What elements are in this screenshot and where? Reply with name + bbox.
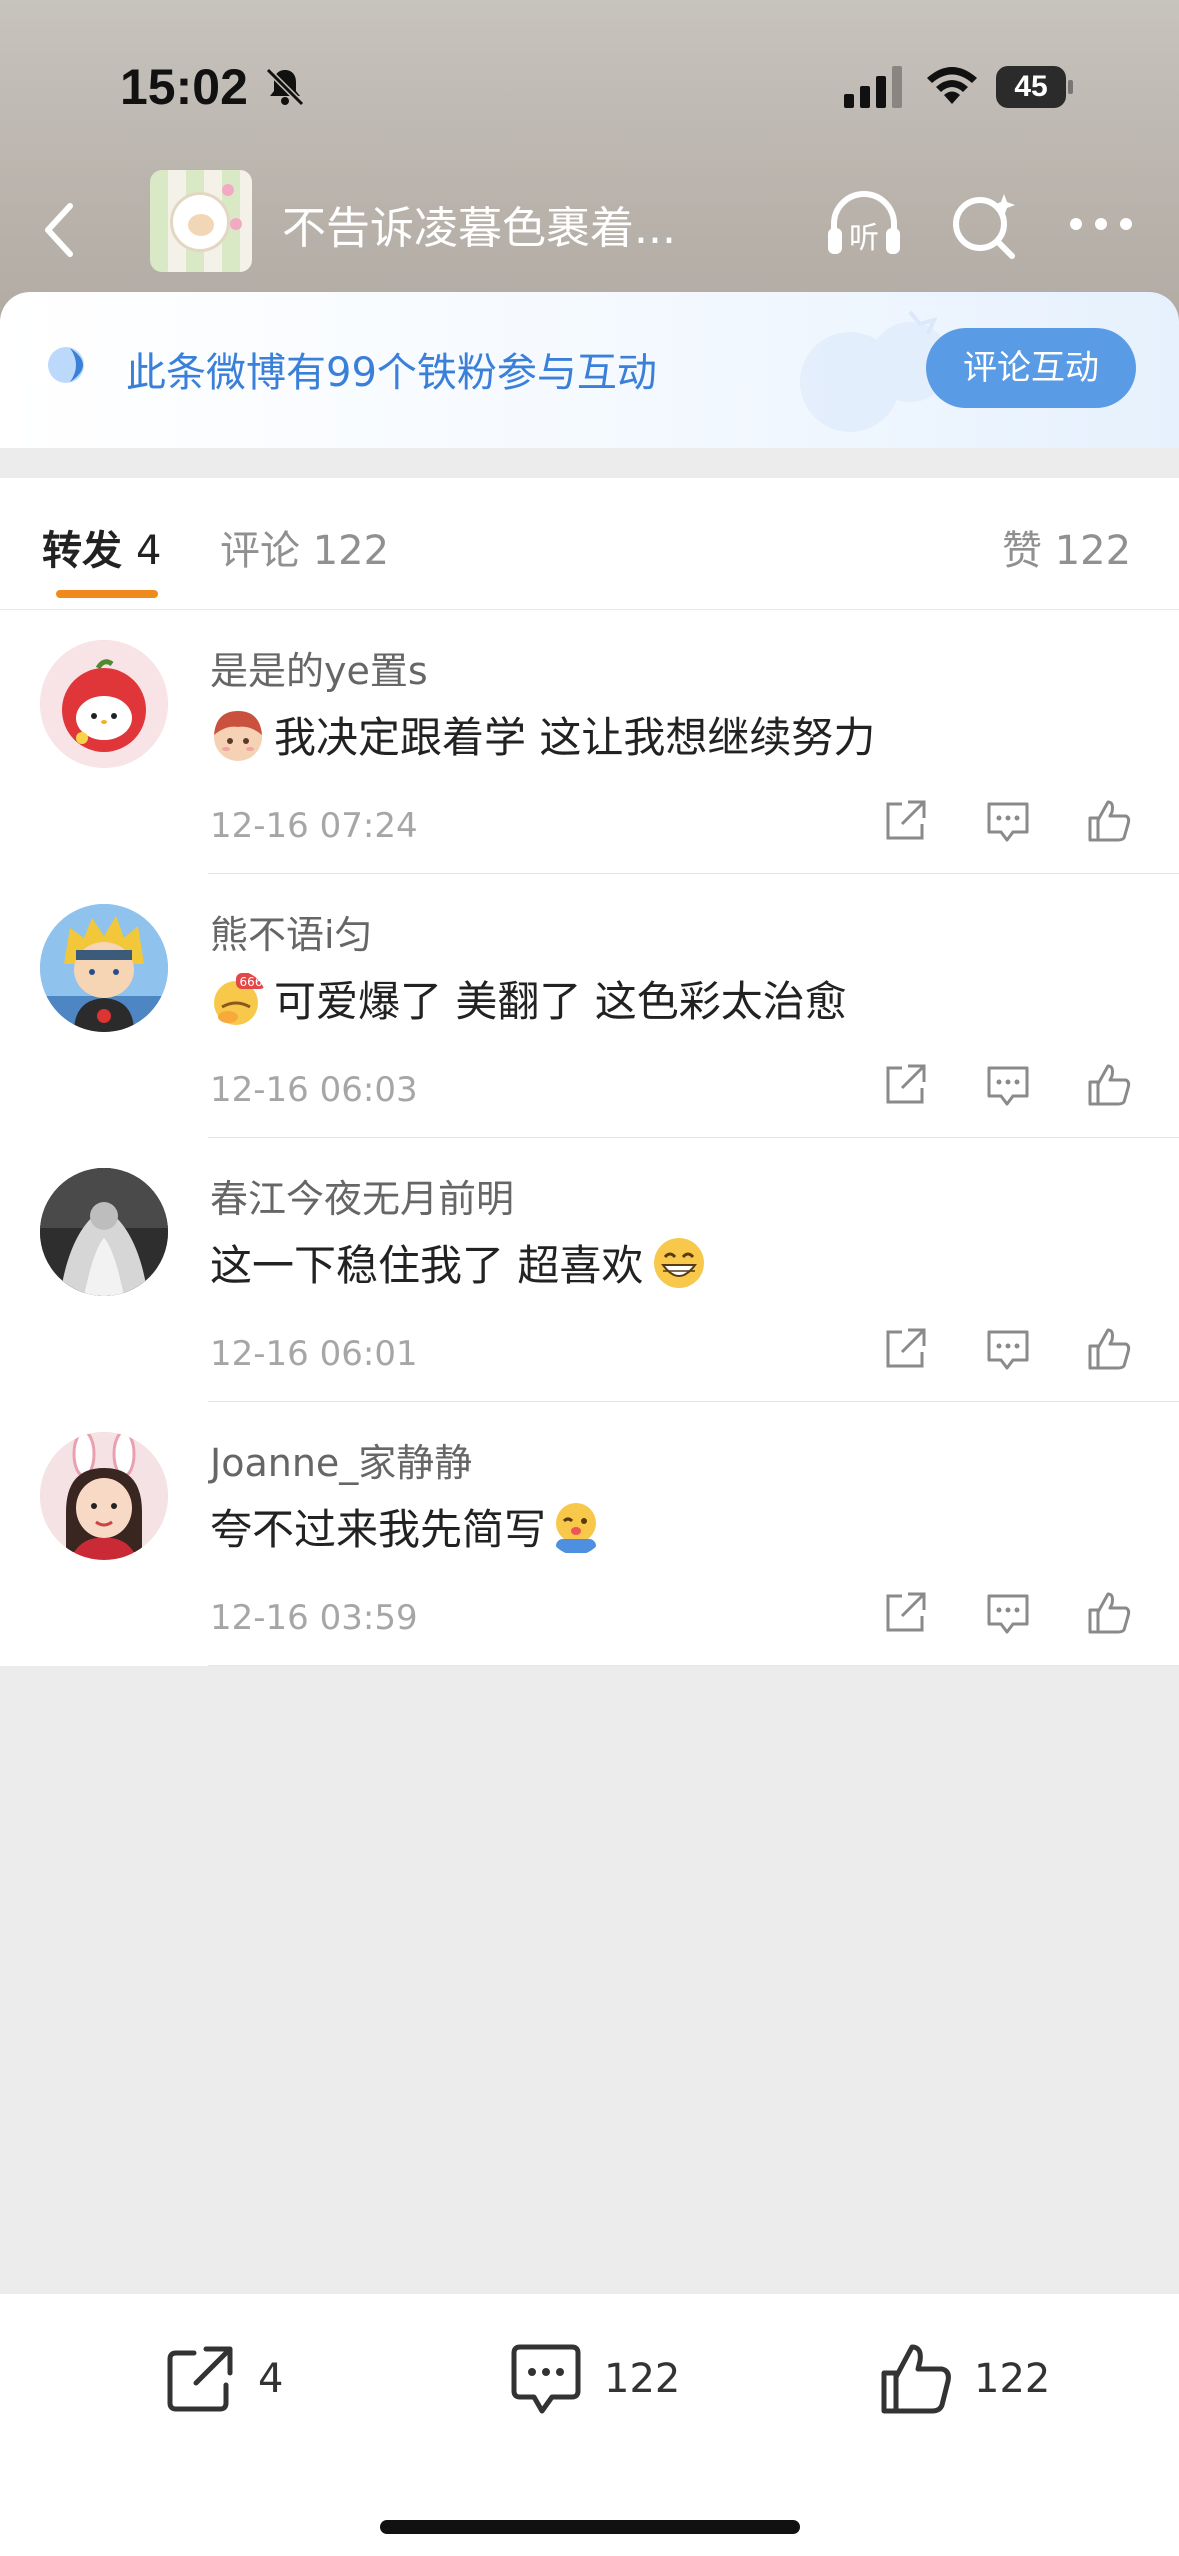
comment-author[interactable]: Joanne_家静静	[210, 1432, 472, 1487]
like-count: 122	[974, 2356, 1051, 2402]
comment-text-body: 可爱爆了 美翻了 这色彩太治愈	[274, 977, 847, 1026]
nav-bar: 不告诉凌暮色裹着... 听	[0, 170, 1179, 290]
svg-text:666: 666	[240, 975, 263, 989]
tab-repost-label: 转发	[42, 528, 122, 574]
avatar[interactable]	[40, 904, 168, 1032]
comment-text-body: 夸不过来我先简写	[210, 1505, 547, 1554]
list-item[interactable]: 春江今夜无月前明 这一下稳住我了 超喜欢 12-16 06:01	[0, 1138, 1179, 1402]
bottom-action-bar: 4 122 122	[0, 2294, 1179, 2556]
thumb-flower	[230, 218, 242, 230]
status-bar: 15:02 45	[0, 0, 1179, 170]
bride-photo-avatar-icon	[40, 1168, 168, 1296]
reply-icon[interactable]	[983, 1588, 1033, 1638]
bell-off-icon	[265, 67, 305, 107]
battery-icon: 45	[996, 66, 1074, 108]
like-button[interactable]: 122	[876, 2334, 1050, 2424]
comment-time: 12-16 07:24	[210, 806, 418, 846]
tab-comment-count: 122	[312, 528, 390, 574]
like-icon[interactable]	[1084, 796, 1134, 846]
list-item[interactable]: Joanne_家静静 夸不过来我先简写 12-16 03:59	[0, 1402, 1179, 1666]
avatar[interactable]	[40, 1432, 168, 1560]
comment-text: 666 可爱爆了 美翻了 这色彩太治愈	[210, 968, 847, 1029]
tab-bar: 转发 4 评论 122 赞 122	[0, 478, 1179, 610]
page: 15:02 45 不告诉凌暮色裹着... 听 此条微博有99个铁粉参与互动 评论…	[0, 0, 1179, 2556]
nav-title[interactable]: 不告诉凌暮色裹着...	[282, 192, 676, 256]
listen-icon[interactable]: 听	[822, 184, 906, 264]
666-emoji-icon: 666	[214, 972, 266, 1025]
like-icon[interactable]	[1084, 1324, 1134, 1374]
listen-label: 听	[849, 221, 879, 256]
comment-text: 我决定跟着学 这让我想继续努力	[210, 704, 875, 765]
comment-author[interactable]: 是是的ye置s	[210, 640, 428, 695]
share-icon[interactable]	[880, 1588, 930, 1638]
comment-interact-button[interactable]: 评论互动	[926, 328, 1136, 408]
tab-comment-label: 评论	[220, 528, 300, 574]
fans-icon	[48, 347, 84, 383]
tab-repost-count: 4	[135, 528, 162, 574]
tab-like-count: 122	[1054, 528, 1132, 574]
tab-like[interactable]: 赞 122	[1002, 518, 1131, 576]
home-indicator[interactable]	[380, 2520, 800, 2534]
comment-author[interactable]: 春江今夜无月前明	[210, 1168, 514, 1223]
tab-like-label: 赞	[1002, 528, 1042, 574]
like-icon[interactable]	[1084, 1588, 1134, 1638]
tab-comment[interactable]: 评论 122	[220, 518, 389, 576]
comment-button[interactable]: 122	[506, 2334, 680, 2424]
status-time: 15:02	[120, 59, 248, 115]
active-tab-indicator	[56, 590, 158, 598]
like-icon[interactable]	[1084, 1060, 1134, 1110]
section-gap	[0, 448, 1179, 478]
share-icon[interactable]	[880, 1324, 930, 1374]
comment-text-body: 我决定跟着学 这让我想继续努力	[274, 713, 876, 762]
reply-icon[interactable]	[983, 796, 1033, 846]
share-icon[interactable]	[880, 796, 930, 846]
tab-repost[interactable]: 转发 4	[42, 518, 161, 576]
share-icon[interactable]	[880, 1060, 930, 1110]
boy-face-emoji-icon	[214, 710, 262, 761]
comment-time: 12-16 06:03	[210, 1070, 418, 1110]
comment-count: 122	[604, 2356, 681, 2402]
post-thumbnail[interactable]	[150, 170, 252, 272]
avatar[interactable]	[40, 640, 168, 768]
back-icon[interactable]	[28, 190, 98, 270]
thumbs-up-icon	[881, 2344, 951, 2414]
list-item[interactable]: 熊不语i匀 666 可爱爆了 美翻了 这色彩太治愈 12-16 06:03	[0, 874, 1179, 1138]
wink-emoji-icon	[556, 1502, 597, 1553]
grin-emoji-icon	[654, 1237, 705, 1288]
comments-section: 转发 4 评论 122 赞 122 是是的ye置s 我决定跟着学 这让我想继续努…	[0, 478, 1179, 1666]
hello-kitty-avatar-icon	[40, 640, 168, 768]
repost-icon	[167, 2346, 233, 2412]
wifi-icon	[927, 67, 977, 104]
anime-boy-avatar-icon	[40, 904, 168, 1032]
list-item[interactable]: 是是的ye置s 我决定跟着学 这让我想继续努力 12-16 07:24	[0, 610, 1179, 874]
reply-icon[interactable]	[983, 1324, 1033, 1374]
fans-banner: 此条微博有99个铁粉参与互动 评论互动	[0, 292, 1179, 448]
search-icon[interactable]	[948, 184, 1022, 264]
repost-count: 4	[258, 2356, 284, 2402]
comment-time: 12-16 06:01	[210, 1334, 418, 1374]
comment-text: 这一下稳住我了 超喜欢	[210, 1232, 715, 1293]
avatar[interactable]	[40, 1168, 168, 1296]
comment-text-body: 这一下稳住我了 超喜欢	[210, 1241, 644, 1290]
reply-icon[interactable]	[983, 1060, 1033, 1110]
more-icon[interactable]	[1066, 200, 1136, 248]
bunny-girl-avatar-icon	[40, 1432, 168, 1560]
fans-banner-text: 此条微博有99个铁粉参与互动	[126, 350, 657, 396]
battery-cap	[1068, 80, 1073, 94]
comment-icon	[511, 2344, 581, 2414]
comment-time: 12-16 03:59	[210, 1598, 418, 1638]
comment-author[interactable]: 熊不语i匀	[210, 904, 373, 959]
signal-icon	[844, 66, 902, 108]
thumb-sheep-face	[188, 214, 214, 236]
divider	[208, 1665, 1179, 1666]
comment-text: 夸不过来我先简写	[210, 1496, 612, 1557]
thumb-flower	[222, 184, 234, 196]
repost-button[interactable]: 4	[160, 2334, 283, 2424]
battery-level: 45	[996, 66, 1066, 108]
